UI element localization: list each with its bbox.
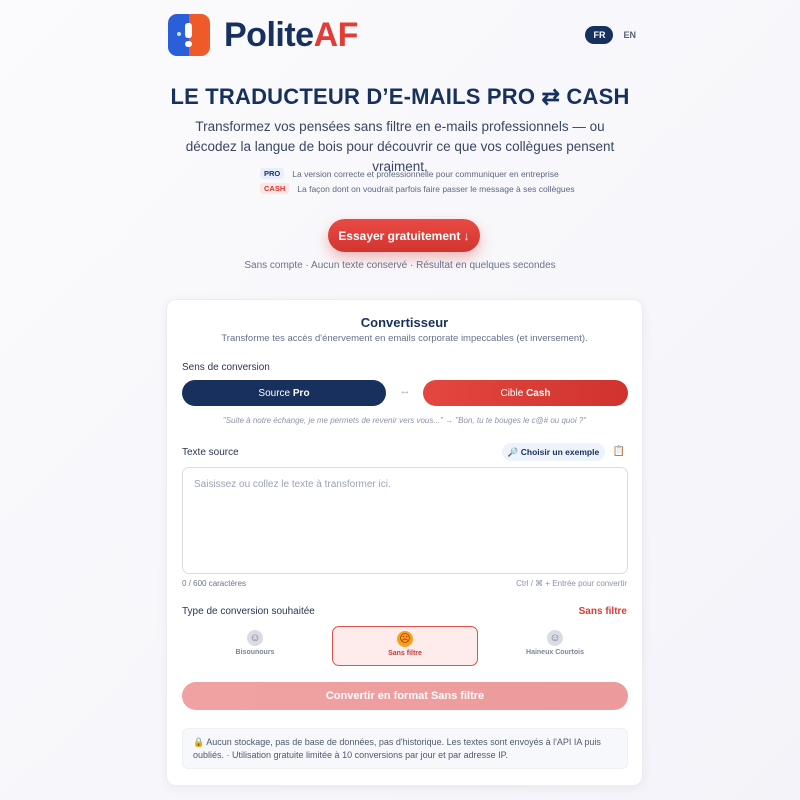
privacy-note: 🔒 Aucun stockage, pas de base de données… <box>182 728 628 769</box>
lang-fr-button[interactable]: FR <box>585 26 614 44</box>
legend-row-pro: PRO La version correcte et professionnel… <box>260 166 580 181</box>
lock-icon: 🔒 <box>193 737 205 747</box>
cash-description: La façon dont on voudrait parfois faire … <box>297 183 575 194</box>
logo[interactable]: PoliteAF <box>168 14 358 56</box>
option-label: Haineux Courtois <box>526 649 584 656</box>
hero-title: LE TRADUCTEUR D’E-MAILS PRO ⇄ CASH <box>170 84 630 109</box>
option-haineux-courtois[interactable]: ☺ Haineux Courtois <box>482 626 628 666</box>
logo-text-polite: Polite <box>224 15 314 54</box>
monocle-face-icon: ☺ <box>547 630 563 646</box>
source-prefix: Source <box>258 387 291 399</box>
try-free-button[interactable]: Essayer gratuitement ↓ <box>328 219 480 252</box>
source-pro-button[interactable]: Source Pro <box>182 380 386 406</box>
swap-icon[interactable]: ↔ <box>396 385 414 397</box>
legend: PRO La version correcte et professionnel… <box>260 166 580 196</box>
logo-icon <box>168 14 210 56</box>
converter-subtitle: Transforme tes accès d'énervement en ema… <box>221 333 588 344</box>
direction-label: Sens de conversion <box>182 362 270 373</box>
logo-text-af: AF <box>313 15 359 54</box>
lang-en-button[interactable]: EN <box>619 26 640 44</box>
header: PoliteAF FR EN <box>168 12 640 58</box>
target-prefix: Cible <box>500 387 524 399</box>
convert-button[interactable]: Convertir en format Sans filtre <box>182 682 628 710</box>
cursing-face-icon: ☹ <box>397 631 413 647</box>
option-bisounours[interactable]: ☺ Bisounours <box>182 626 328 666</box>
smile-icon: ☺ <box>247 630 263 646</box>
cta-note: Sans compte · Aucun texte conservé · Rés… <box>244 260 556 271</box>
option-label: Bisounours <box>235 649 275 656</box>
language-switcher: FR EN <box>585 26 640 44</box>
privacy-text: Aucun stockage, pas de base de données, … <box>193 737 601 760</box>
clipboard-icon[interactable]: 📋 <box>610 443 628 461</box>
cash-tag: CASH <box>260 183 290 194</box>
converter-title: Convertisseur <box>360 315 449 330</box>
target-cash-button[interactable]: Cible Cash <box>423 380 628 406</box>
shortcut-hint: Ctrl / ⌘ + Entrée pour convertir <box>516 579 627 588</box>
logo-text: PoliteAF <box>224 16 358 55</box>
direction-example: "Suite à notre échange, je me permets de… <box>222 416 587 425</box>
target-value: Cash <box>526 387 551 399</box>
option-label: Sans filtre <box>388 650 422 657</box>
char-count: 0 / 600 caractères <box>182 579 247 588</box>
conversion-type-label: Type de conversion souhaitée <box>182 606 315 617</box>
source-text-input[interactable] <box>182 467 628 574</box>
source-value: Pro <box>292 387 310 399</box>
pro-tag: PRO <box>260 168 285 179</box>
legend-row-cash: CASH La façon dont on voudrait parfois f… <box>260 181 580 196</box>
pro-description: La version correcte et professionnelle p… <box>292 168 559 179</box>
converter-card: Convertisseur Transforme tes accès d'éne… <box>166 299 643 786</box>
pick-example-button[interactable]: 🔎 Choisir un exemple <box>502 443 605 461</box>
conversion-type-value: Sans filtre <box>578 606 627 617</box>
source-text-label: Texte source <box>182 447 239 458</box>
option-sans-filtre[interactable]: ☹ Sans filtre <box>332 626 478 666</box>
